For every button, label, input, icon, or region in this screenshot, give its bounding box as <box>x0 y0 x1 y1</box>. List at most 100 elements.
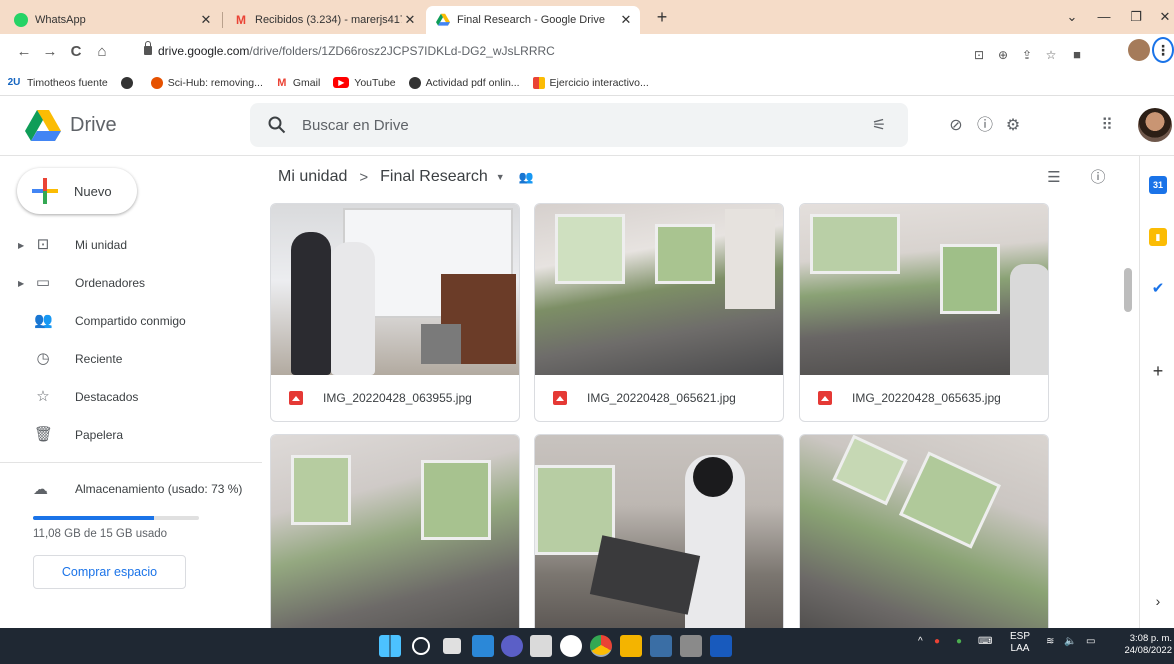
chat-icon[interactable] <box>501 635 523 657</box>
browser-tab-bar: WhatsApp ✕ M Recibidos (3.234) - marerjs… <box>0 0 1174 34</box>
my-drive-icon: ⊡ <box>36 236 50 253</box>
close-window-button[interactable]: ✕ <box>1148 4 1174 30</box>
url-bar[interactable]: drive.google.com/drive/folders/1ZD66rosz… <box>134 39 1172 65</box>
minimize-button[interactable]: — <box>1087 4 1121 30</box>
search-input[interactable] <box>302 113 822 137</box>
sidebar-item-trash[interactable]: 🗑 Papelera <box>0 416 262 454</box>
chevron-right-icon: > <box>359 168 369 186</box>
bookmark-globe[interactable] <box>120 76 138 89</box>
widgets-icon[interactable] <box>472 635 494 657</box>
tasks-icon[interactable]: ✔ <box>1149 280 1167 298</box>
volume-icon[interactable]: 🔈 <box>1064 636 1076 647</box>
search-options-icon[interactable]: ⚟ <box>868 115 890 135</box>
sidebar-item-recent[interactable]: ◷ Reciente <box>0 340 262 378</box>
word-icon[interactable] <box>710 635 732 657</box>
file-card[interactable]: IMG_20220428_063955.jpg <box>270 203 520 422</box>
drive-logo-icon[interactable] <box>25 110 61 142</box>
new-button[interactable]: Nuevo <box>17 168 137 214</box>
sidebar-item-label: Papelera <box>75 428 124 442</box>
tab-search-chevron-icon[interactable]: ⌄ <box>1055 4 1089 30</box>
settings-gear-icon[interactable]: ⚙ <box>1002 115 1024 137</box>
bookmark-star-icon[interactable]: ☆ <box>1042 46 1060 64</box>
tray-app-icon[interactable]: ● <box>956 636 962 647</box>
bookmark-scihub[interactable]: Sci-Hub: removing... <box>150 76 263 89</box>
help-icon[interactable]: ⓘ <box>974 115 996 137</box>
new-button-label: Nuevo <box>74 184 112 199</box>
chrome-icon[interactable] <box>590 635 612 657</box>
file-card[interactable] <box>534 434 784 628</box>
close-icon[interactable]: ✕ <box>198 12 214 28</box>
chevron-down-icon[interactable]: ▼ <box>496 172 505 182</box>
sidebar-item-computers[interactable]: ▶ ▭ Ordenadores <box>0 264 262 302</box>
list-view-icon[interactable]: ☰ <box>1044 168 1064 188</box>
close-icon[interactable]: ✕ <box>618 12 634 28</box>
task-view-icon[interactable] <box>443 638 461 654</box>
battery-icon[interactable]: ▭ <box>1086 636 1095 647</box>
account-avatar[interactable] <box>1138 108 1172 142</box>
app-icon[interactable] <box>650 635 672 657</box>
browser-menu-icon[interactable]: ⋮ <box>1152 37 1174 63</box>
expand-triangle-icon[interactable]: ▶ <box>18 279 24 288</box>
file-card[interactable] <box>799 434 1049 628</box>
breadcrumb-current[interactable]: Final Research <box>380 168 488 186</box>
share-icon[interactable]: ⇪ <box>1018 46 1036 64</box>
language-indicator[interactable]: ESP LAA <box>1010 631 1030 655</box>
app-icon[interactable] <box>680 635 702 657</box>
expand-triangle-icon[interactable]: ▶ <box>18 241 24 250</box>
file-card[interactable]: IMG_20220428_065635.jpg <box>799 203 1049 422</box>
image-thumbnail <box>535 204 783 375</box>
tab-drive[interactable]: Final Research - Google Drive ✕ <box>426 6 640 34</box>
info-icon[interactable]: ⓘ <box>1088 168 1108 188</box>
tab-title: Recibidos (3.234) - marerjs417@ <box>255 14 402 26</box>
bookmark-timotheos[interactable]: 2U Timotheos fuente <box>6 77 108 89</box>
breadcrumb-root[interactable]: Mi unidad <box>278 168 347 186</box>
app-circle-icon[interactable] <box>560 635 582 657</box>
file-card[interactable] <box>270 434 520 628</box>
search-icon[interactable] <box>412 637 430 655</box>
tab-gmail[interactable]: M Recibidos (3.234) - marerjs417@ ✕ <box>224 6 424 34</box>
scrollbar-thumb[interactable] <box>1124 268 1132 312</box>
search-icon[interactable] <box>268 116 286 134</box>
wifi-icon[interactable]: ≋ <box>1046 636 1054 647</box>
tab-title: WhatsApp <box>35 14 86 26</box>
windows-start-icon[interactable] <box>379 635 401 657</box>
bookmark-youtube[interactable]: ▶ YouTube <box>333 77 396 89</box>
sidebar-nav: ▶ ⊡ Mi unidad ▶ ▭ Ordenadores 👥 Comparti… <box>0 226 262 454</box>
file-grid: IMG_20220428_063955.jpg IMG_20220428_065… <box>262 203 1120 628</box>
tray-chevron-icon[interactable]: ^ <box>918 636 923 647</box>
reload-icon[interactable]: C <box>66 42 86 62</box>
bookmark-gmail[interactable]: M Gmail <box>276 77 320 89</box>
add-addon-icon[interactable]: + <box>1149 362 1167 380</box>
bookmark-ejercicio[interactable]: Ejercicio interactivo... <box>532 76 649 89</box>
reading-list-icon[interactable]: ■ <box>1068 46 1086 64</box>
forward-icon[interactable]: → <box>40 42 60 62</box>
sidebar-item-shared[interactable]: 👥 Compartido conmigo <box>0 302 262 340</box>
url-path: /drive/folders/1ZD66rosz2JCPS7IDKLd-DG2_… <box>249 44 555 58</box>
chevron-right-icon[interactable]: › <box>1149 592 1167 610</box>
offline-ready-icon[interactable]: ⊘ <box>945 115 967 137</box>
buy-storage-button[interactable]: Comprar espacio <box>33 555 186 589</box>
side-panel: 31 ▮ ✔ + › <box>1139 156 1174 628</box>
keyboard-icon[interactable]: ⌨ <box>978 636 992 647</box>
sidebar-item-my-drive[interactable]: ▶ ⊡ Mi unidad <box>0 226 262 264</box>
profile-avatar[interactable] <box>1128 39 1150 61</box>
file-card[interactable]: IMG_20220428_065621.jpg <box>534 203 784 422</box>
tab-whatsapp[interactable]: WhatsApp ✕ <box>4 6 220 34</box>
zoom-icon[interactable]: ⊕ <box>994 46 1012 64</box>
bookmark-actividad[interactable]: Actividad pdf onlin... <box>408 76 520 89</box>
calendar-icon[interactable]: 31 <box>1149 176 1167 194</box>
install-app-icon[interactable]: ⊡ <box>970 46 988 64</box>
keep-icon[interactable]: ▮ <box>1149 228 1167 246</box>
home-icon[interactable]: ⌂ <box>92 42 112 62</box>
new-tab-button[interactable]: + <box>650 6 674 30</box>
tray-app-icon[interactable]: ● <box>934 636 940 647</box>
shared-folder-icon[interactable]: 👥 <box>519 170 534 184</box>
system-clock[interactable]: 3:08 p. m. 24/08/2022 <box>1120 633 1172 657</box>
file-explorer-icon[interactable] <box>620 635 642 657</box>
store-icon[interactable] <box>530 635 552 657</box>
apps-grid-icon[interactable]: ⠿ <box>1096 115 1118 137</box>
close-icon[interactable]: ✕ <box>402 12 418 28</box>
tab-separator <box>222 12 223 28</box>
sidebar-item-starred[interactable]: ☆ Destacados <box>0 378 262 416</box>
back-icon[interactable]: ← <box>14 42 34 62</box>
